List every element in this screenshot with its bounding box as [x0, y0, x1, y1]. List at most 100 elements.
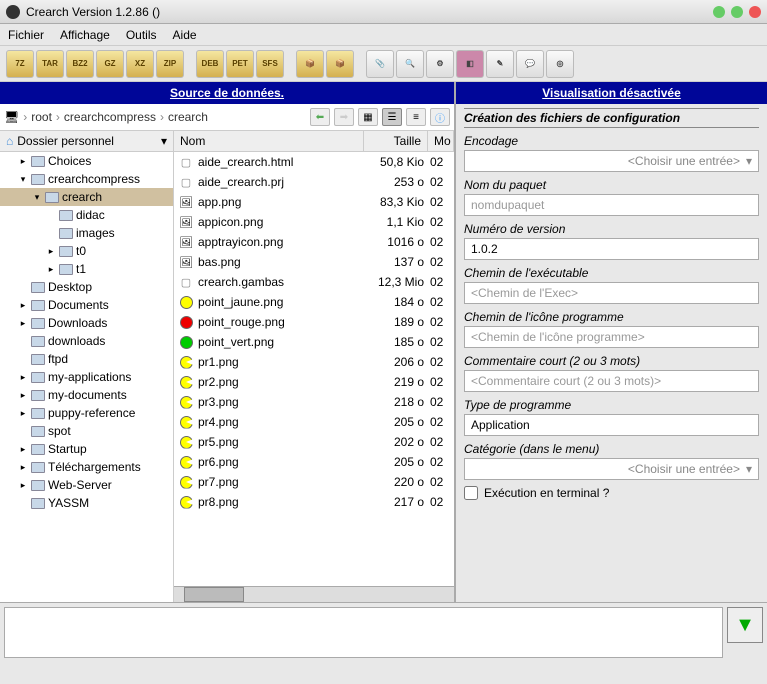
file-row[interactable]: ▢crearch.gambas12,3 Mio02	[174, 272, 454, 292]
tree-node[interactable]: ▸Choices	[0, 152, 173, 170]
tree-node[interactable]: ▸t1	[0, 260, 173, 278]
config-form: Création des fichiers de configuration E…	[456, 104, 767, 602]
tree-node[interactable]: ▸Documents	[0, 296, 173, 314]
comment-label: Commentaire court (2 ou 3 mots)	[464, 354, 759, 368]
version-input[interactable]	[464, 238, 759, 260]
close-button[interactable]	[749, 6, 761, 18]
close-box-icon[interactable]: 📦	[326, 50, 354, 78]
pkg-deb-button[interactable]: DEB	[196, 50, 224, 78]
tree-header[interactable]: ⌂ Dossier personnel ▾	[0, 131, 173, 152]
open-box-icon[interactable]: 📦	[296, 50, 324, 78]
pkg-sfs-button[interactable]: SFS	[256, 50, 284, 78]
forward-button[interactable]: ➡	[334, 108, 354, 126]
file-list-header: Nom Taille Mo	[174, 131, 454, 152]
app-icon	[6, 5, 20, 19]
view-compact-button[interactable]: ≡	[406, 108, 426, 126]
tree-node[interactable]: images	[0, 224, 173, 242]
menu-view[interactable]: Affichage	[60, 28, 110, 42]
file-row[interactable]: 🖼appicon.png1,1 Kio02	[174, 212, 454, 232]
file-row[interactable]: point_jaune.png184 o02	[174, 292, 454, 312]
menu-file[interactable]: Fichier	[8, 28, 44, 42]
path-seg-2[interactable]: crearchcompress	[64, 110, 156, 124]
encoding-combo[interactable]: <Choisir une entrée>▾	[464, 150, 759, 172]
tree-node[interactable]: ▸Web-Server	[0, 476, 173, 494]
file-icon: 🖼	[178, 194, 194, 210]
tree-node[interactable]: ▸puppy-reference	[0, 404, 173, 422]
file-row[interactable]: pr4.png205 o02	[174, 412, 454, 432]
eraser-icon[interactable]: ◧	[456, 50, 484, 78]
tree-node[interactable]: spot	[0, 422, 173, 440]
tree-node[interactable]: ▸Startup	[0, 440, 173, 458]
file-row[interactable]: point_vert.png185 o02	[174, 332, 454, 352]
icon-input[interactable]	[464, 326, 759, 348]
icon-label: Chemin de l'icône programme	[464, 310, 759, 324]
file-row[interactable]: 🖼bas.png137 o02	[174, 252, 454, 272]
wand-icon[interactable]: ✎	[486, 50, 514, 78]
pkg-pet-button[interactable]: PET	[226, 50, 254, 78]
tree-node[interactable]: ▸t0	[0, 242, 173, 260]
back-button[interactable]: ⬅	[310, 108, 330, 126]
file-row[interactable]: pr2.png219 o02	[174, 372, 454, 392]
tree-node[interactable]: YASSM	[0, 494, 173, 512]
run-button[interactable]: ▼	[727, 607, 763, 643]
tree-node[interactable]: ▾crearchcompress	[0, 170, 173, 188]
tree-node[interactable]: ▸my-applications	[0, 368, 173, 386]
tree-node[interactable]: downloads	[0, 332, 173, 350]
folder-tree[interactable]: ⌂ Dossier personnel ▾ ▸Choices▾crearchco…	[0, 131, 174, 602]
menu-tools[interactable]: Outils	[126, 28, 157, 42]
file-row[interactable]: ▢aide_crearch.prj253 o02	[174, 172, 454, 192]
comment-input[interactable]	[464, 370, 759, 392]
file-row[interactable]: 🖼apptrayicon.png1016 o02	[174, 232, 454, 252]
exec-input[interactable]	[464, 282, 759, 304]
settings-icon[interactable]: ⚙	[426, 50, 454, 78]
col-size[interactable]: Taille	[364, 131, 428, 151]
computer-icon[interactable]: 🖥	[4, 110, 19, 124]
file-row[interactable]: point_rouge.png189 o02	[174, 312, 454, 332]
archive-bz2-button[interactable]: BZ2	[66, 50, 94, 78]
file-list[interactable]: Nom Taille Mo ▢aide_crearch.html50,8 Kio…	[174, 131, 454, 602]
cat-combo[interactable]: <Choisir une entrée>▾	[464, 458, 759, 480]
type-input[interactable]	[464, 414, 759, 436]
file-row[interactable]: pr1.png206 o02	[174, 352, 454, 372]
view-icons-button[interactable]: ▦	[358, 108, 378, 126]
file-row[interactable]: pr5.png202 o02	[174, 432, 454, 452]
path-seg-3[interactable]: crearch	[168, 110, 208, 124]
tree-node[interactable]: ▾crearch	[0, 188, 173, 206]
pkgname-input[interactable]	[464, 194, 759, 216]
archive-tar-button[interactable]: TAR	[36, 50, 64, 78]
file-row[interactable]: ▢aide_crearch.html50,8 Kio02	[174, 152, 454, 172]
archive-gz-button[interactable]: GZ	[96, 50, 124, 78]
maximize-button[interactable]	[731, 6, 743, 18]
right-pane-title: Visualisation désactivée	[456, 82, 767, 104]
file-row[interactable]: pr7.png220 o02	[174, 472, 454, 492]
path-seg-root[interactable]: root	[31, 110, 52, 124]
menubar: Fichier Affichage Outils Aide	[0, 24, 767, 46]
file-icon	[178, 454, 194, 470]
search-icon[interactable]: 🔍	[396, 50, 424, 78]
logo-icon[interactable]: ◎	[546, 50, 574, 78]
file-row[interactable]: pr8.png217 o02	[174, 492, 454, 512]
output-textarea[interactable]	[4, 607, 723, 658]
tree-node[interactable]: didac	[0, 206, 173, 224]
minimize-button[interactable]	[713, 6, 725, 18]
chat-icon[interactable]: 💬	[516, 50, 544, 78]
tree-node[interactable]: Desktop	[0, 278, 173, 296]
tree-node[interactable]: ▸my-documents	[0, 386, 173, 404]
info-button[interactable]: ⓘ	[430, 108, 450, 126]
menu-help[interactable]: Aide	[173, 28, 197, 42]
attach-icon[interactable]: 📎	[366, 50, 394, 78]
hscrollbar[interactable]	[174, 586, 454, 602]
archive-7z-button[interactable]: 7Z	[6, 50, 34, 78]
col-mod[interactable]: Mo	[428, 131, 454, 151]
view-list-button[interactable]: ☰	[382, 108, 402, 126]
tree-node[interactable]: ftpd	[0, 350, 173, 368]
col-name[interactable]: Nom	[174, 131, 364, 151]
file-row[interactable]: pr3.png218 o02	[174, 392, 454, 412]
terminal-checkbox[interactable]	[464, 486, 478, 500]
tree-node[interactable]: ▸Téléchargements	[0, 458, 173, 476]
archive-zip-button[interactable]: ZIP	[156, 50, 184, 78]
file-row[interactable]: pr6.png205 o02	[174, 452, 454, 472]
tree-node[interactable]: ▸Downloads	[0, 314, 173, 332]
file-row[interactable]: 🖼app.png83,3 Kio02	[174, 192, 454, 212]
archive-xz-button[interactable]: XZ	[126, 50, 154, 78]
